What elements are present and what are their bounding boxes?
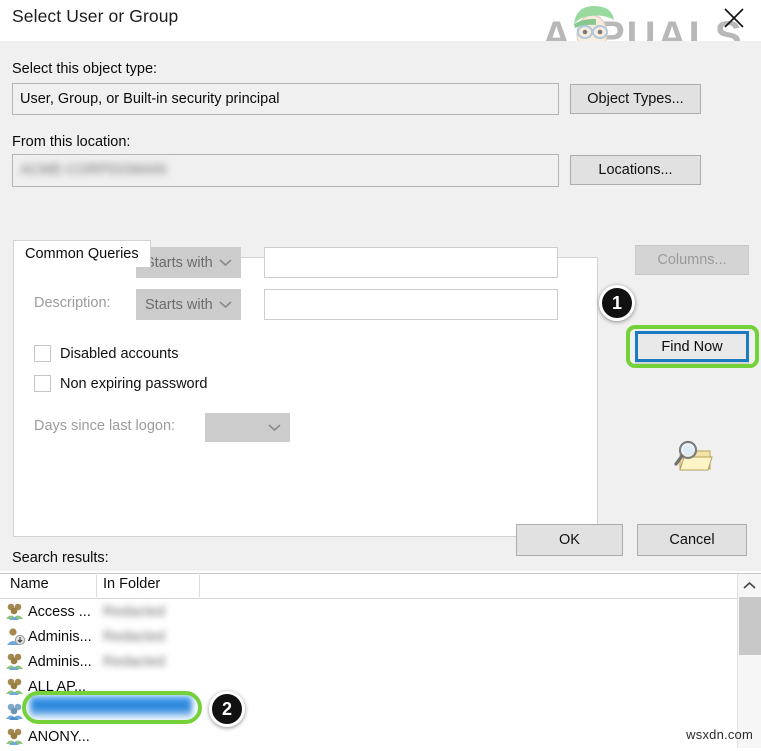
table-row[interactable]: Adminis... Redacted [0,624,737,649]
object-types-button[interactable]: Object Types... [570,84,701,114]
group-icon [5,702,25,726]
row-name: Access ... [28,603,91,620]
user-badge-icon [5,627,26,651]
results-header-row: Name In Folder [0,574,737,599]
non-expiring-password-row[interactable]: Non expiring password [34,375,208,392]
search-results-label: Search results: [12,550,109,566]
row-name: ALL AP... [28,678,87,695]
row-folder: Redacted [103,628,166,645]
columns-button[interactable]: Columns... [635,245,749,275]
results-scrollbar[interactable] [737,574,761,748]
chevron-down-icon [219,297,232,313]
disabled-accounts-row[interactable]: Disabled accounts [34,345,179,362]
name-input[interactable] [264,247,558,278]
group-icon [5,727,25,751]
site-watermark: wsxdn.com [686,727,753,742]
dialog-body: Select this object type: User, Group, or… [0,41,761,571]
group-icon [5,677,25,701]
selected-row-redacted-fill [30,696,192,718]
chevron-down-icon [219,255,232,271]
description-label: Description: [34,295,111,311]
dialog-titlebar: Select User or Group A PUALS [0,0,761,58]
table-row[interactable]: Adminis... Redacted [0,649,737,674]
non-expiring-password-label: Non expiring password [60,375,208,392]
locations-button[interactable]: Locations... [570,155,701,185]
object-type-label: Select this object type: [12,61,158,77]
close-icon[interactable] [717,2,751,34]
location-redacted-text: ACME-CORPDOMAIN [20,162,167,178]
ok-button[interactable]: OK [516,524,623,556]
column-divider[interactable] [199,575,200,597]
step-marker-1: 1 [599,285,635,321]
location-value[interactable]: ACME-CORPDOMAIN [12,154,559,187]
search-results-pane: Name In Folder Access ... Redacted Admin… [0,573,761,748]
column-divider[interactable] [96,575,97,597]
group-icon [5,652,25,676]
row-folder: Redacted [103,653,166,670]
row-folder: Redacted [103,603,166,620]
description-condition-value: Starts with [145,296,213,313]
disabled-accounts-label: Disabled accounts [60,345,179,362]
find-now-button[interactable]: Find Now [635,331,749,362]
scrollbar-thumb[interactable] [739,597,761,655]
table-row[interactable]: Access ... Redacted [0,599,737,624]
tab-common-queries[interactable]: Common Queries [13,240,151,267]
row-name: Adminis... [28,628,92,645]
non-expiring-password-checkbox[interactable] [34,375,51,392]
row-name: Adminis... [28,653,92,670]
name-condition-dropdown[interactable]: Starts with [136,247,241,278]
magnifier-folder-icon [672,439,714,480]
description-input[interactable] [264,289,558,320]
chevron-down-icon [268,420,281,436]
column-header-name[interactable]: Name [10,576,49,592]
page-title: Select User or Group [12,6,179,26]
row-name: ANONY... [28,728,90,745]
column-header-in-folder[interactable]: In Folder [103,576,160,592]
object-type-value[interactable]: User, Group, or Built-in security princi… [12,83,559,115]
scroll-up-icon[interactable] [738,574,761,596]
name-condition-value: Starts with [145,254,213,271]
disabled-accounts-checkbox[interactable] [34,345,51,362]
step-marker-2: 2 [209,691,245,727]
days-since-last-logon-dropdown[interactable] [205,413,290,442]
group-icon [5,602,25,626]
description-condition-dropdown[interactable]: Starts with [136,289,241,320]
location-label: From this location: [12,134,131,150]
cancel-button[interactable]: Cancel [637,524,747,556]
days-since-last-logon-label: Days since last logon: [34,418,176,434]
table-row[interactable]: ANONY... [0,724,737,749]
